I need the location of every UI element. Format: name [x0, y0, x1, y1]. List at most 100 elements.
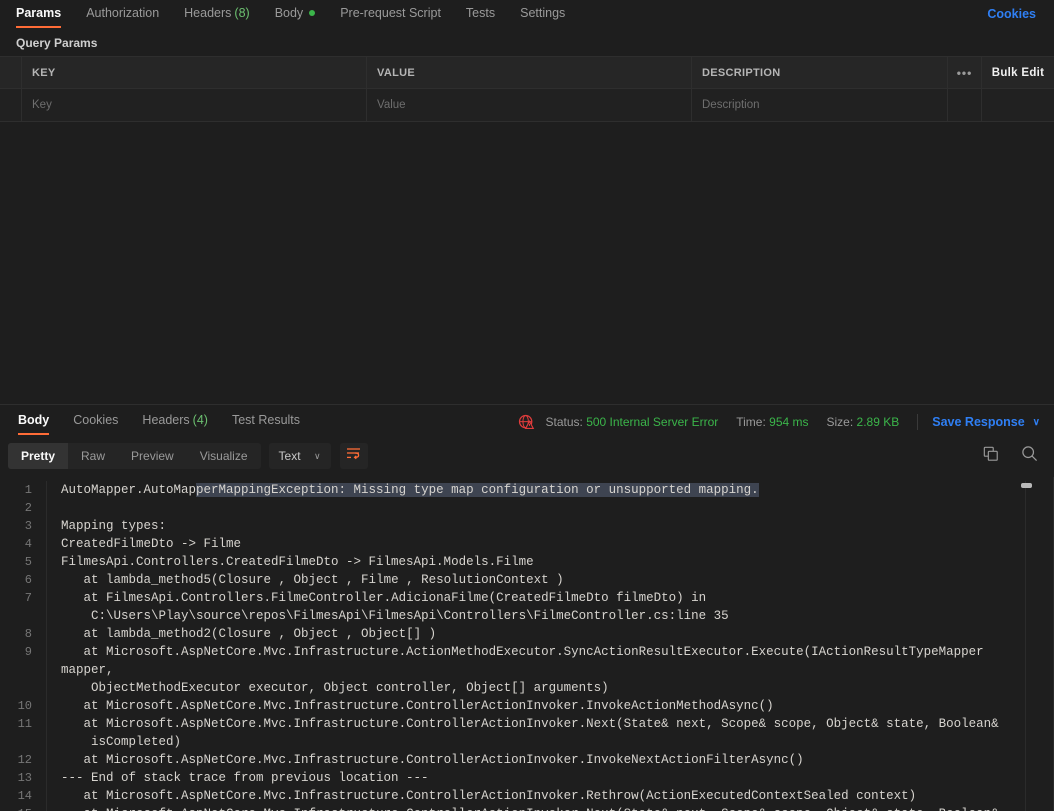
time-item: Time: 954 ms [736, 415, 808, 429]
view-mode-pretty[interactable]: Pretty [8, 443, 69, 469]
response-tab-headers-label: Headers [142, 413, 190, 427]
response-scrollbar-thumb[interactable] [1021, 483, 1032, 488]
response-header: Body Cookies Headers (4) Test Results St… [0, 405, 1054, 439]
code-text: Mapping types: [46, 517, 1054, 535]
chevron-down-icon: ∨ [1032, 416, 1040, 428]
tab-tests[interactable]: Tests [466, 6, 495, 28]
response-tab-headers[interactable]: Headers (4) [142, 413, 208, 435]
cookies-link[interactable]: Cookies [987, 7, 1036, 21]
bulk-edit-button[interactable]: Bulk Edit [982, 57, 1054, 88]
tab-headers[interactable]: Headers (8) [184, 6, 250, 28]
response-pane: Body Cookies Headers (4) Test Results St… [0, 404, 1054, 811]
format-select[interactable]: Text ∨ [268, 443, 331, 469]
response-tab-test-results[interactable]: Test Results [232, 413, 300, 435]
request-empty-area [0, 122, 1054, 392]
line-number: 12 [17, 753, 32, 767]
response-toolbar: Pretty Raw Preview Visualize Text ∨ [0, 439, 1054, 473]
selected-text: perMappingException: Missing type map co… [196, 483, 759, 497]
code-text: at Microsoft.AspNetCore.Mvc.Infrastructu… [46, 787, 1054, 805]
code-line: 9 at Microsoft.AspNetCore.Mvc.Infrastruc… [0, 643, 1054, 697]
header-key: KEY [22, 57, 367, 88]
line-number: 8 [24, 627, 32, 641]
code-line: 13 --- End of stack trace from previous l… [0, 769, 1054, 787]
tab-body-label: Body [274, 6, 304, 20]
code-text: at Microsoft.AspNetCore.Mvc.Infrastructu… [46, 751, 1054, 769]
tab-settings[interactable]: Settings [520, 6, 565, 28]
code-text: --- End of stack trace from previous loc… [46, 769, 1054, 787]
code-line: 12 at Microsoft.AspNetCore.Mvc.Infrastru… [0, 751, 1054, 769]
view-mode-visualize-label: Visualize [199, 449, 248, 463]
view-mode-preview[interactable]: Preview [118, 443, 187, 469]
line-number: 2 [24, 501, 32, 515]
response-toolbar-actions [983, 439, 1038, 473]
response-tab-test-results-label: Test Results [231, 413, 301, 427]
code-text: AutoMapper.AutoMapperMappingException: M… [46, 481, 1054, 499]
save-response-label: Save Response [932, 415, 1025, 429]
key-input[interactable]: Key [22, 89, 367, 121]
code-text-span: at Microsoft.AspNetCore.Mvc.Infrastructu… [61, 699, 774, 713]
table-header-row: KEY VALUE DESCRIPTION ••• Bulk Edit [0, 57, 1054, 89]
tab-params[interactable]: Params [16, 6, 62, 28]
view-mode-raw-label: Raw [81, 449, 106, 463]
code-text: at lambda_method5(Closure , Object , Fil… [46, 571, 1054, 589]
response-tab-bar: Body Cookies Headers (4) Test Results [6, 405, 312, 439]
line-number: 7 [24, 591, 32, 605]
meta-divider [917, 414, 919, 430]
response-scrollbar-track[interactable] [1025, 481, 1026, 811]
status-label: Status: [545, 415, 583, 429]
tab-params-label: Params [16, 6, 62, 20]
tab-body[interactable]: Body [275, 6, 316, 28]
code-text: at Microsoft.AspNetCore.Mvc.Infrastructu… [46, 643, 1054, 697]
size-value: 2.89 KB [856, 415, 900, 429]
tab-authorization[interactable]: Authorization [86, 6, 159, 28]
value-input[interactable]: Value [367, 89, 692, 121]
view-mode-visualize[interactable]: Visualize [187, 443, 261, 469]
line-number: 13 [17, 771, 32, 785]
response-tab-headers-count: (4) [192, 413, 208, 427]
line-number: 14 [17, 789, 32, 803]
line-number: 10 [17, 699, 32, 713]
code-text-span: CreatedFilmeDto -> Filme [61, 537, 242, 551]
response-body-viewer[interactable]: 1 AutoMapper.AutoMapperMappingException: … [0, 477, 1054, 811]
tab-pre-request-script[interactable]: Pre-request Script [340, 6, 441, 28]
save-response-button[interactable]: Save Response ∨ [932, 415, 1040, 429]
view-mode-preview-label: Preview [131, 449, 174, 463]
time-value: 954 ms [769, 415, 809, 429]
table-row: Key Value Description [0, 89, 1054, 121]
code-text-span: at Microsoft.AspNetCore.Mvc.Infrastructu… [61, 789, 917, 803]
code-text-span: at Microsoft.AspNetCore.Mvc.Infrastructu… [83, 717, 999, 749]
line-number: 11 [17, 717, 32, 731]
code-text: at Microsoft.AspNetCore.Mvc.Infrastructu… [46, 805, 1054, 811]
line-number: 4 [24, 537, 32, 551]
row-checkbox[interactable] [0, 89, 22, 121]
code-text-span: at lambda_method5(Closure , Object , Fil… [61, 573, 564, 587]
code-line: 3 Mapping types: [0, 517, 1054, 535]
search-icon[interactable] [1021, 445, 1038, 467]
response-tab-body[interactable]: Body [18, 413, 50, 435]
code-line: 6 at lambda_method5(Closure , Object , F… [0, 571, 1054, 589]
code-text-span: AutoMapper.AutoMap [61, 483, 197, 497]
code-text-span: at Microsoft.AspNetCore.Mvc.Infrastructu… [61, 645, 984, 695]
word-wrap-icon [346, 447, 361, 465]
code-line: 8 at lambda_method2(Closure , Object , O… [0, 625, 1054, 643]
view-mode-raw[interactable]: Raw [68, 443, 118, 469]
code-text: at lambda_method2(Closure , Object , Obj… [46, 625, 1054, 643]
line-number: 9 [24, 645, 32, 659]
query-params-table: KEY VALUE DESCRIPTION ••• Bulk Edit Key … [0, 56, 1054, 122]
tab-settings-label: Settings [520, 6, 566, 20]
tab-headers-label: Headers [184, 6, 232, 20]
response-meta: Status: 500 Internal Server Error Time: … [518, 405, 1040, 439]
table-options-button[interactable]: ••• [948, 57, 982, 88]
response-tab-cookies-label: Cookies [73, 413, 119, 427]
description-input[interactable]: Description [692, 89, 948, 121]
code-text-span: FilmesApi.Controllers.CreatedFilmeDto ->… [61, 555, 534, 569]
response-tab-cookies[interactable]: Cookies [73, 413, 118, 435]
code-line: 4 CreatedFilmeDto -> Filme [0, 535, 1054, 553]
copy-icon[interactable] [983, 446, 999, 467]
code-text: FilmesApi.Controllers.CreatedFilmeDto ->… [46, 553, 1054, 571]
word-wrap-button[interactable] [339, 443, 368, 469]
format-select-value: Text [278, 449, 301, 463]
header-value: VALUE [367, 57, 692, 88]
code-line: 14 at Microsoft.AspNetCore.Mvc.Infrastru… [0, 787, 1054, 805]
code-line: 11 at Microsoft.AspNetCore.Mvc.Infrastru… [0, 715, 1054, 751]
